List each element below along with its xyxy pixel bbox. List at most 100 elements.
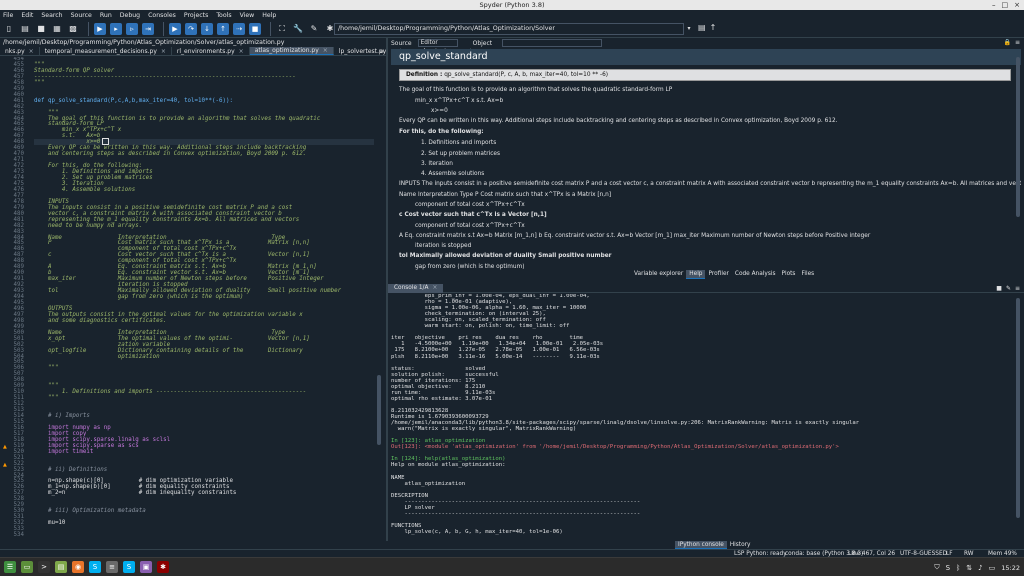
editor-scrollbar[interactable] (376, 57, 382, 541)
minimize-button[interactable]: – (992, 0, 996, 10)
menu-tools[interactable]: Tools (216, 12, 231, 19)
menu-icon[interactable]: ☰ (4, 561, 16, 573)
pane-tab-files[interactable]: Files (798, 270, 817, 279)
options-icon[interactable]: ≡ (1015, 38, 1020, 48)
shield-icon[interactable]: ⛉ (934, 563, 939, 572)
new-cell-icon[interactable]: ▩ (67, 23, 79, 35)
step-into-icon[interactable]: ↓ (201, 22, 213, 35)
help-paragraph: min_x x^TPx+c^T x s.t. Ax=b (415, 98, 504, 104)
help-object-input[interactable] (502, 39, 603, 47)
bluetooth-icon[interactable]: ᛒ (956, 564, 960, 572)
clock[interactable]: 15:22 (1001, 564, 1020, 572)
menu-edit[interactable]: Edit (21, 12, 33, 19)
step-icon[interactable]: ↷ (185, 22, 197, 35)
warning-icon[interactable]: ▲ (3, 444, 8, 450)
console-tab-ipython-console[interactable]: IPython console (675, 541, 727, 549)
network-icon[interactable]: ⇅ (966, 564, 972, 572)
save-all-icon[interactable]: ▦ (51, 23, 63, 35)
menu-help[interactable]: Help (262, 12, 276, 19)
editor-tab[interactable]: nks.py × (0, 47, 40, 55)
menu-source[interactable]: Source (71, 12, 92, 19)
editor-tab[interactable]: atlas_optimization.py × (249, 47, 334, 55)
continue-icon[interactable]: ⇢ (233, 22, 245, 35)
image-viewer-icon[interactable]: ▣ (140, 561, 152, 573)
options-icon[interactable]: ≡ (1015, 284, 1020, 293)
close-tab-icon[interactable]: × (239, 48, 244, 55)
pane-tab-help[interactable]: Help (686, 270, 706, 279)
menu-run[interactable]: Run (100, 12, 112, 19)
maximize-button[interactable]: □ (1002, 0, 1009, 10)
close-console-icon[interactable]: × (432, 285, 437, 291)
run-icon[interactable]: ▶ (94, 22, 106, 35)
ipython-console[interactable]: eps_prim_inf = 1.00e-04, eps_dual_inf = … (391, 294, 1013, 538)
help-paragraph: The goal of this function is to provide … (399, 87, 673, 93)
working-directory-dropdown[interactable]: ▾ (684, 23, 694, 35)
browser-icon[interactable]: ◉ (72, 561, 84, 573)
spyder-window: Spyder (Python 3.8) – □ × File Edit Search… (0, 0, 1024, 576)
editor-tab-label: temporal_measurement_decisions.py (44, 47, 157, 55)
skype-icon[interactable]: S (89, 561, 101, 573)
battery-icon[interactable]: ▭ (989, 564, 996, 572)
run-cell-advance-icon[interactable]: ▹ (126, 22, 138, 35)
working-directory-input[interactable]: /home/jemil/Desktop/Programming/Python/A… (334, 23, 684, 35)
close-tab-icon[interactable]: × (29, 48, 34, 55)
help-source-select[interactable]: Editor (417, 39, 458, 47)
text-editor-icon[interactable]: ≡ (106, 561, 118, 573)
menu-debug[interactable]: Debug (120, 12, 140, 19)
pane-tab-plots[interactable]: Plots (778, 270, 798, 279)
code-line: # iii) Optimization metadata (34, 508, 146, 515)
pane-tab-code-analysis[interactable]: Code Analysis (732, 270, 779, 279)
editor-tab-options-icon[interactable]: ≡ (379, 47, 384, 56)
debug-icon[interactable]: ▶ (169, 22, 181, 35)
pane-tab-profiler[interactable]: Profiler (705, 270, 731, 279)
menu-search[interactable]: Search (41, 12, 62, 19)
browse-folder-icon[interactable]: ▤ (698, 23, 706, 32)
toolbar-separator (88, 21, 89, 36)
close-button[interactable]: × (1014, 0, 1020, 10)
help-pane: qp_solve_standard Definition : qp_solve_… (391, 49, 1021, 270)
file-manager-icon[interactable]: ▭ (21, 561, 33, 573)
preferences-icon[interactable]: 🔧 (292, 23, 304, 35)
help-paragraph: component of total cost x^TPx+c^Tx (415, 223, 525, 229)
skype-icon-2[interactable]: S (123, 561, 135, 573)
console-scrollbar[interactable] (1015, 294, 1021, 538)
open-file-icon[interactable]: ▤ (19, 23, 31, 35)
menu-projects[interactable]: Projects (184, 12, 208, 19)
line-number-gutter: 454 455 456 457 458 459 460 461 462 463 464 465 466 4… (0, 57, 30, 541)
warning-icon[interactable]: ▲ (3, 462, 8, 468)
parent-directory-icon[interactable]: ↑ (710, 23, 717, 32)
editor-tab[interactable]: temporal_measurement_decisions.py × (40, 47, 172, 55)
step-return-icon[interactable]: ↑ (217, 22, 229, 35)
folder-icon[interactable]: ▤ (55, 561, 67, 573)
code-area[interactable]: """ Standard-form QP solver --------------… (34, 57, 374, 541)
menu-file[interactable]: File (3, 12, 13, 19)
pane-tab-variable-explorer[interactable]: Variable explorer (631, 270, 686, 279)
skype-tray-icon[interactable]: S (946, 564, 950, 572)
volume-icon[interactable]: ♪ (978, 564, 982, 572)
run-cell-icon[interactable]: ▸ (110, 22, 122, 35)
python-path-icon[interactable]: ✎ (308, 23, 320, 35)
terminal-icon[interactable]: > (38, 561, 50, 573)
lock-icon[interactable]: 🔒 (1003, 38, 1010, 48)
menu-view[interactable]: View (240, 12, 255, 19)
edit-icon[interactable]: ✎ (1006, 284, 1011, 293)
stop-debug-icon[interactable]: ■ (249, 22, 261, 35)
help-scrollbar[interactable] (1015, 49, 1021, 270)
close-tab-icon[interactable]: × (323, 47, 328, 54)
console-tab-history[interactable]: History (727, 541, 754, 549)
editor-tab[interactable]: rl_environments.py × (172, 47, 250, 55)
console-tab[interactable]: Console 1/A × (388, 283, 444, 293)
maximize-pane-icon[interactable]: ⛶ (276, 23, 288, 35)
new-file-icon[interactable]: ▯ (3, 23, 15, 35)
code-editor[interactable]: 454 455 456 457 458 459 460 461 462 463 464 465 466 4… (0, 57, 384, 541)
close-tab-icon[interactable]: × (161, 48, 166, 55)
help-paragraph: For this, do the following: (399, 129, 484, 135)
run-selection-icon[interactable]: ⇥ (142, 22, 154, 35)
spyder-icon[interactable]: ✱ (157, 561, 169, 573)
console-line: atlas_optimization (391, 480, 466, 487)
menu-consoles[interactable]: Consoles (148, 12, 176, 19)
console-tab-label: Console 1/A (394, 284, 429, 291)
code-line: and centering steps as described in Conv… (34, 151, 307, 158)
stop-icon[interactable]: ■ (996, 284, 1002, 293)
save-icon[interactable]: ■ (35, 23, 47, 35)
